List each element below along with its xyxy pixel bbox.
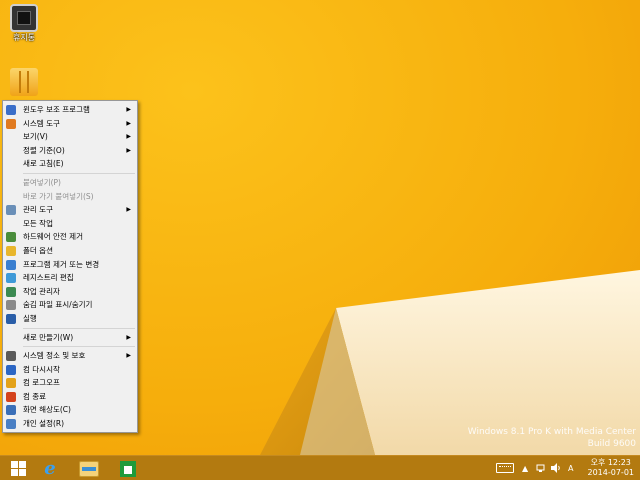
menu-item-label: 붙여넣기(P): [23, 177, 61, 187]
menu-item-label: 새로 만들기(W): [23, 332, 74, 342]
logoff-icon: [6, 378, 16, 389]
submenu-arrow-icon: ▶: [126, 333, 131, 341]
menu-item-label: 관리 도구: [23, 205, 53, 215]
context-menu-item[interactable]: 새로 만들기(W) ▶: [3, 331, 137, 345]
folder-stack-icon: [10, 68, 38, 96]
recycle-bin-icon: [10, 4, 38, 32]
menu-item-label: 작업 관리자: [23, 286, 60, 296]
context-menu-item[interactable]: 윈도우 보조 프로그램 ▶: [3, 103, 137, 117]
taskbar: e ▲ A 오후 12:23 2014-07-01: [0, 455, 640, 480]
context-menu-item[interactable]: 정렬 기준(O) ▶: [3, 144, 137, 158]
context-menu-item[interactable]: 모든 작업: [3, 217, 137, 231]
menu-item-label: 개인 설정(R): [23, 419, 65, 429]
menu-item-label: 보기(V): [23, 132, 48, 142]
accessories-icon: [6, 105, 16, 115]
submenu-arrow-icon: ▶: [126, 133, 131, 141]
menu-item-label: 프로그램 제거 또는 변경: [23, 259, 100, 269]
internet-explorer-icon: e: [44, 458, 56, 479]
submenu-arrow-icon: ▶: [126, 119, 131, 127]
recycle-bin-label: 휴지통: [12, 33, 36, 42]
context-menu-item[interactable]: 프로그램 제거 또는 변경: [3, 258, 137, 272]
menu-item-label: 하드웨어 안전 제거: [23, 232, 83, 242]
menu-item-label: 숨김 파일 표시/숨기기: [23, 300, 93, 310]
menu-item-label: 시스템 정소 및 보호: [23, 351, 86, 361]
restart-icon: [6, 364, 16, 375]
hidden-files-icon: [6, 300, 16, 311]
task-manager-icon: [6, 286, 16, 297]
windows-logo-icon: [10, 461, 26, 476]
file-explorer-icon: [79, 460, 99, 477]
menu-item-label: 레지스트리 편집: [23, 273, 74, 283]
registry-icon: [6, 273, 16, 284]
file-explorer-button[interactable]: [71, 457, 107, 480]
context-menu-item[interactable]: 실행: [3, 312, 137, 326]
personalize-icon: [6, 419, 16, 430]
touch-keyboard-icon[interactable]: [496, 463, 514, 473]
submenu-arrow-icon: ▶: [126, 106, 131, 113]
folder-shortcut[interactable]: [4, 68, 44, 96]
watermark-edition: Windows 8.1 Pro K with Media Center: [467, 427, 636, 437]
tray-chevron[interactable]: ▲: [522, 456, 528, 480]
menu-item-label: 컴 종료: [23, 391, 47, 401]
store-button[interactable]: [110, 457, 146, 480]
recycle-bin-shortcut[interactable]: 휴지통: [4, 4, 44, 43]
context-menu-item[interactable]: 작업 관리자: [3, 285, 137, 299]
menu-item-label: 바로 가기 붙여넣기(S): [23, 191, 94, 201]
context-menu-item[interactable]: 화면 해상도(C): [3, 403, 137, 417]
safely-remove-icon: [6, 232, 16, 243]
menu-item-label: 실행: [23, 313, 37, 323]
internet-explorer-button[interactable]: e: [32, 457, 68, 480]
context-menu-item[interactable]: 관리 도구 ▶: [3, 203, 137, 217]
programs-icon: [6, 259, 16, 270]
menu-separator: [23, 327, 135, 329]
run-icon: [6, 313, 16, 324]
context-menu-item[interactable]: 붙여넣기(P): [3, 176, 137, 190]
context-menu-item[interactable]: 개인 설정(R): [3, 417, 137, 431]
store-icon: [120, 460, 136, 477]
context-menu-item[interactable]: 폴더 옵션: [3, 244, 137, 258]
submenu-arrow-icon: ▶: [126, 206, 131, 214]
shutdown-icon: [6, 391, 16, 402]
context-menu-item[interactable]: 레지스트리 편집: [3, 271, 137, 285]
menu-item-label: 폴더 옵션: [23, 245, 53, 255]
context-menu-item[interactable]: 새로 고침(E): [3, 157, 137, 171]
submenu-arrow-icon: ▶: [126, 352, 131, 360]
menu-item-label: 정렬 기준(O): [23, 145, 65, 155]
menu-item-label: 컴 로그오프: [23, 378, 60, 388]
desktop-context-menu: 윈도우 보조 프로그램 ▶ 시스템 도구 ▶ 보기(V) ▶ 정렬 기준(O) ▶ 새로 고침(…: [2, 100, 138, 433]
admin-tools-icon: [6, 205, 16, 216]
context-menu-item[interactable]: 컴 다시시작: [3, 363, 137, 377]
network-icon[interactable]: [536, 456, 546, 480]
system-clock[interactable]: 오후 12:23 2014-07-01: [588, 458, 635, 478]
submenu-arrow-icon: ▶: [126, 146, 131, 154]
menu-item-label: 모든 작업: [23, 218, 53, 228]
context-menu-item[interactable]: 보기(V) ▶: [3, 130, 137, 144]
menu-item-label: 새로 고침(E): [23, 159, 64, 169]
menu-item-label: 시스템 도구: [23, 118, 60, 128]
menu-separator: [23, 172, 135, 174]
menu-item-label: 화면 해상도(C): [23, 405, 71, 415]
clock-time: 오후 12:23: [590, 458, 631, 467]
watermark-build: Build 9600: [587, 439, 636, 449]
context-menu-item[interactable]: 숨김 파일 표시/숨기기: [3, 298, 137, 312]
volume-icon[interactable]: [550, 456, 561, 480]
display-icon: [6, 405, 16, 416]
context-menu-item[interactable]: 컴 로그오프: [3, 376, 137, 390]
start-button[interactable]: [0, 457, 36, 480]
windows-build-watermark: Windows 8.1 Pro K with Media Center Buil…: [468, 426, 636, 450]
context-menu-item[interactable]: 바로 가기 붙여넣기(S): [3, 190, 137, 204]
menu-separator: [23, 346, 135, 348]
menu-item-label: 컴 다시시작: [23, 364, 60, 374]
folder-options-icon: [6, 245, 16, 256]
context-menu-item[interactable]: 하드웨어 안전 제거: [3, 230, 137, 244]
context-menu-item[interactable]: 컴 종료: [3, 390, 137, 404]
context-menu-item[interactable]: 시스템 정소 및 보호 ▶: [3, 349, 137, 363]
ime-indicator[interactable]: A: [568, 456, 573, 480]
clock-date: 2014-07-01: [587, 468, 635, 477]
context-menu-item[interactable]: 시스템 도구 ▶: [3, 117, 137, 131]
system-tools-icon: [6, 118, 16, 129]
system-protection-icon: [6, 351, 16, 362]
menu-item-label: 윈도우 보조 프로그램: [23, 105, 90, 114]
